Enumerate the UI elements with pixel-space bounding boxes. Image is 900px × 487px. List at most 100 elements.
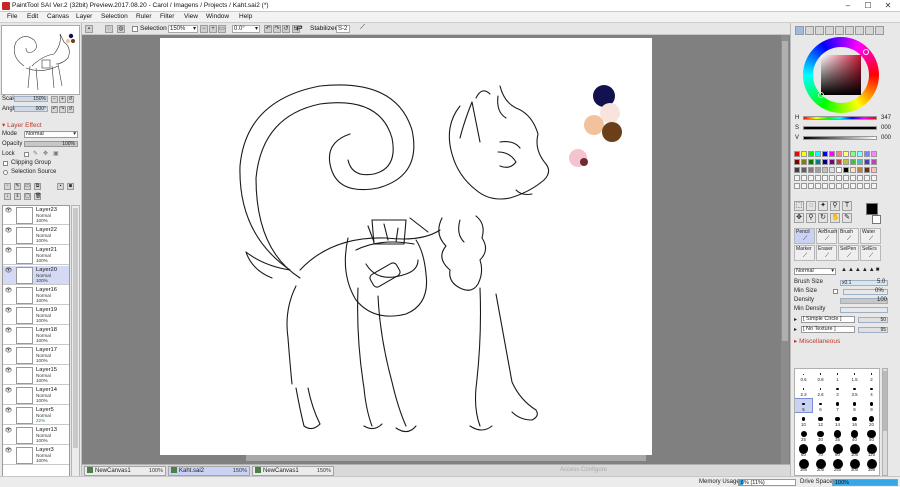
visibility-eye-icon[interactable]: 👁: [4, 348, 13, 355]
brush-size-preset[interactable]: 6: [812, 399, 829, 412]
copy-layer-icon[interactable]: ⧉: [34, 183, 41, 190]
empty-swatch[interactable]: [871, 175, 877, 181]
brush-size-preset[interactable]: 5: [795, 398, 813, 413]
straight-line-icon[interactable]: ⟋: [360, 24, 365, 32]
layer-list-scrollbar[interactable]: [71, 205, 80, 483]
brush-size-preset[interactable]: 7: [829, 399, 846, 412]
brush-size-preset[interactable]: 300: [846, 459, 863, 472]
rotate-left-button[interactable]: ↶: [51, 106, 58, 113]
brush-size-preset[interactable]: 0.6: [795, 369, 812, 382]
brush-tool-brush[interactable]: Brush ⟋: [838, 228, 859, 244]
empty-swatch[interactable]: [871, 183, 877, 189]
stabilizer-select[interactable]: S-2: [336, 25, 350, 33]
rotate-cw-icon[interactable]: ↷: [273, 25, 281, 33]
brush-size-preset[interactable]: 50: [863, 429, 879, 442]
color-swatch[interactable]: [822, 159, 828, 165]
layer-row[interactable]: 👁 Layer15 Normal 100%: [3, 366, 69, 385]
visibility-eye-icon[interactable]: 👁: [4, 368, 13, 375]
brush-texture-select[interactable]: [ No Texture ]: [801, 326, 855, 333]
layer-row[interactable]: 👁 Layer18 Normal 100%: [3, 326, 69, 345]
color-swatch[interactable]: [794, 167, 800, 173]
color-swatch[interactable]: [836, 151, 842, 157]
brush-size-preset[interactable]: 14: [829, 414, 846, 427]
new-linework-layer-icon[interactable]: ✎: [14, 183, 21, 190]
color-history-mode-icon[interactable]: [855, 26, 864, 35]
select-rect-icon[interactable]: ⬚: [794, 201, 804, 211]
color-swatch[interactable]: [829, 167, 835, 173]
toolbar-zoom-reset-button[interactable]: ▭: [218, 25, 226, 33]
minimize-button[interactable]: –: [838, 0, 858, 12]
navigator-preview[interactable]: [1, 25, 80, 95]
color-swatch[interactable]: [794, 159, 800, 165]
close-button[interactable]: ✕: [878, 0, 898, 12]
menu-help[interactable]: Help: [239, 13, 252, 20]
brush-size-preset[interactable]: 60: [795, 444, 812, 457]
primary-color-chip[interactable]: [866, 203, 878, 215]
brush-blend-select[interactable]: Normal ▾: [794, 268, 836, 275]
color-mixer-mode-icon[interactable]: [865, 26, 874, 35]
color-swatch[interactable]: [822, 151, 828, 157]
color-picker-icon[interactable]: ✎: [842, 213, 852, 223]
rgb-slider-mode-icon[interactable]: [805, 26, 814, 35]
delete-layer-icon[interactable]: 🗑: [34, 193, 41, 200]
rotate-icon[interactable]: ↻: [818, 213, 828, 223]
menu-layer[interactable]: Layer: [76, 13, 92, 20]
color-swatch[interactable]: [850, 159, 856, 165]
brush-shape-select[interactable]: [ Simple Circle ]: [801, 316, 855, 323]
sv-marker[interactable]: [818, 92, 824, 98]
brush-size-preset[interactable]: 25: [795, 429, 812, 442]
brush-size-preset[interactable]: 8: [846, 399, 863, 412]
layer-row[interactable]: 👁 Layer23 Normal 100%: [3, 206, 69, 225]
layer-row[interactable]: 👁 Layer14 Normal 100%: [3, 386, 69, 405]
color-swatch[interactable]: [864, 151, 870, 157]
layer-list[interactable]: 👁 Layer23 Normal 100% 👁 Layer22 Normal 100% 👁 Lay…: [2, 205, 70, 483]
rotate-right-button[interactable]: ↷: [59, 106, 66, 113]
brush-tool-eraser[interactable]: Eraser ⟋: [816, 245, 837, 261]
lock-transparency-checkbox[interactable]: [24, 152, 29, 157]
apply-mask-icon[interactable]: ◙: [67, 183, 74, 190]
visibility-eye-icon[interactable]: 👁: [4, 448, 13, 455]
new-folder-icon[interactable]: ▭: [24, 183, 31, 190]
color-swatch[interactable]: [801, 151, 807, 157]
visibility-eye-icon[interactable]: 👁: [4, 428, 13, 435]
saturation-value-square[interactable]: [821, 55, 861, 95]
empty-swatch[interactable]: [857, 183, 863, 189]
eyedropper-icon[interactable]: ⚲: [830, 201, 840, 211]
selection-source-radio[interactable]: [3, 170, 8, 175]
lock-pen-icon[interactable]: ✎: [33, 150, 38, 157]
brush-size-presets[interactable]: 0.6 0.8 1 1.5 2 2.3 2.6 3 3.5 4 5 6 7 8 9 10 12 14 16 20 25 3…: [794, 368, 880, 476]
h-slider[interactable]: [803, 116, 877, 120]
clipping-group-checkbox[interactable]: [3, 161, 8, 166]
empty-swatch[interactable]: [801, 183, 807, 189]
empty-swatch[interactable]: [864, 175, 870, 181]
lock-all-icon[interactable]: ▣: [53, 150, 59, 157]
zoom-select[interactable]: 150% ▾: [168, 25, 198, 33]
zoom-in-button[interactable]: +: [59, 96, 66, 103]
empty-swatch[interactable]: [836, 183, 842, 189]
brush-size-preset[interactable]: 16: [846, 414, 863, 427]
right-panel-scrollbar[interactable]: [882, 368, 888, 476]
zoom-icon[interactable]: ⚲: [806, 213, 816, 223]
transfer-down-icon[interactable]: ↓: [4, 193, 11, 200]
miscellaneous-header[interactable]: ▸ Miscellaneous: [794, 337, 840, 345]
brush-size-preset[interactable]: 70: [812, 444, 829, 457]
empty-swatch[interactable]: [822, 183, 828, 189]
new-layer-icon[interactable]: ▫: [4, 183, 11, 190]
opacity-slider[interactable]: 100%: [24, 141, 78, 147]
lock-move-icon[interactable]: ✥: [43, 150, 48, 157]
brush-size-preset[interactable]: 4: [863, 384, 879, 397]
color-swatch[interactable]: [801, 167, 807, 173]
brush-tool-marker[interactable]: Marker ⟋: [794, 245, 815, 261]
toolbar-zoom-out-button[interactable]: −: [200, 25, 208, 33]
brush-tool-airbrush[interactable]: AirBrush ⟋: [816, 228, 837, 244]
canvas-area[interactable]: [82, 35, 790, 464]
selection-toggle-icon[interactable]: ▪: [85, 25, 93, 33]
color-swatch[interactable]: [871, 151, 877, 157]
toolbar-zoom-in-button[interactable]: +: [209, 25, 217, 33]
visibility-eye-icon[interactable]: 👁: [4, 228, 13, 235]
visibility-eye-icon[interactable]: 👁: [4, 388, 13, 395]
color-swatch[interactable]: [836, 159, 842, 165]
empty-swatch[interactable]: [857, 175, 863, 181]
merge-down-icon[interactable]: ⇓: [14, 193, 21, 200]
color-swatch[interactable]: [808, 159, 814, 165]
